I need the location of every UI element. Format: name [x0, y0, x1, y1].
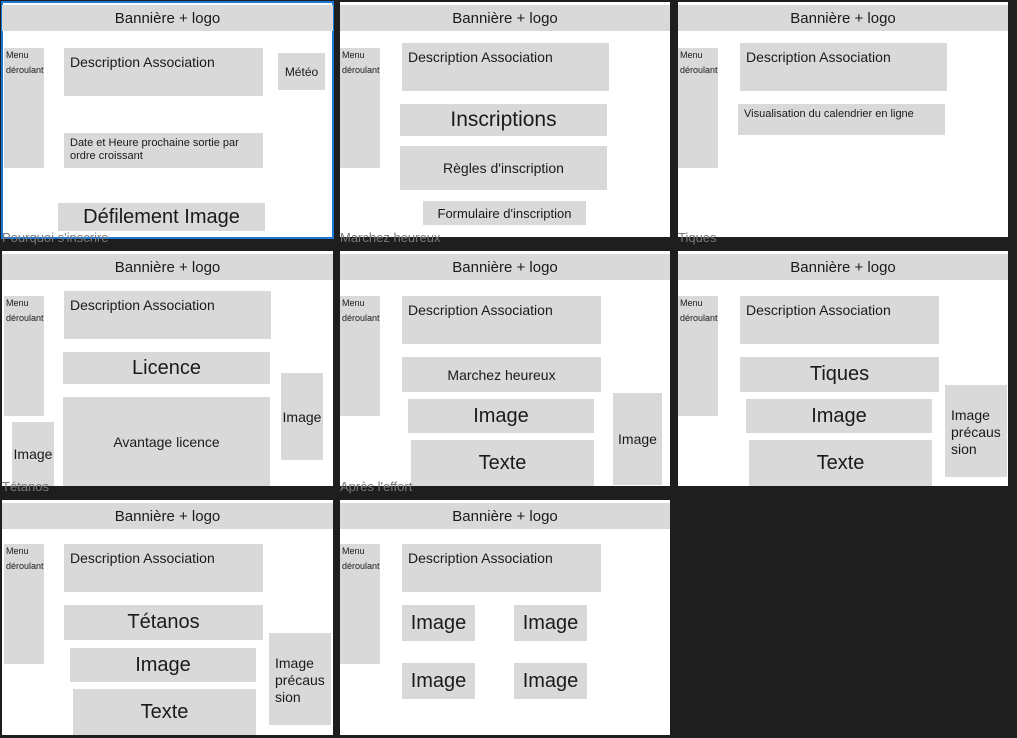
banner: Bannière + logo — [340, 503, 670, 529]
frame-label-pourquoi: Pourquoi s'inscrire — [2, 230, 109, 245]
inscription-form[interactable]: Formulaire d'inscription — [423, 201, 586, 225]
frame-marchez-heureux[interactable]: Bannière + logo Menu déroulant Descripti… — [340, 251, 670, 486]
banner: Bannière + logo — [2, 503, 333, 529]
dropdown-menu[interactable]: Menu déroulant — [4, 48, 44, 168]
online-calendar[interactable]: Visualisation du calendrier en ligne — [738, 104, 945, 135]
banner: Bannière + logo — [678, 254, 1008, 280]
inscription-rules: Règles d'inscription — [400, 146, 607, 190]
image-slideshow[interactable]: Défilement Image — [58, 203, 265, 231]
image-placeholder: Image — [402, 605, 475, 641]
dropdown-menu[interactable]: Menu déroulant — [340, 296, 380, 416]
frame-label-marchez: Marchez heureux — [340, 230, 441, 245]
section-title: Tétanos — [64, 605, 263, 640]
frame-label-apres-effort: Après l'effort — [340, 479, 413, 494]
banner: Bannière + logo — [2, 5, 333, 31]
text-placeholder: Texte — [749, 440, 932, 486]
image-placeholder: Image — [402, 663, 475, 699]
description-association: Description Association — [64, 291, 271, 339]
licence-advantage: Avantage licence — [63, 397, 270, 486]
frame-apres-effort[interactable]: Bannière + logo Menu déroulant Descripti… — [340, 500, 670, 735]
description-association: Description Association — [64, 544, 263, 592]
description-association: Description Association — [740, 43, 947, 91]
image-placeholder: Image — [746, 399, 932, 433]
dropdown-menu[interactable]: Menu déroulant — [4, 296, 44, 416]
image-precaution: Image précaus sion — [945, 385, 1007, 477]
banner: Bannière + logo — [678, 5, 1008, 31]
image-placeholder: Image — [70, 648, 256, 682]
next-outing-list: Date et Heure prochaine sortie par ordre… — [64, 133, 263, 168]
image-placeholder: Image — [12, 422, 54, 486]
image-precaution: Image précaus sion — [269, 633, 331, 725]
description-association: Description Association — [402, 296, 601, 344]
frame-calendar[interactable]: Bannière + logo Menu déroulant Descripti… — [678, 2, 1008, 237]
image-placeholder: Image — [514, 605, 587, 641]
description-association: Description Association — [402, 43, 609, 91]
image-placeholder: Image — [281, 373, 323, 460]
banner: Bannière + logo — [2, 254, 333, 280]
section-title: Tiques — [740, 357, 939, 392]
frame-label-tetanos: Tétanos — [2, 479, 49, 494]
description-association: Description Association — [64, 48, 263, 96]
frame-licence[interactable]: Bannière + logo Menu déroulant Descripti… — [2, 251, 333, 486]
weather-widget: Météo — [278, 53, 325, 90]
frame-home[interactable]: Bannière + logo Menu déroulant Descripti… — [1, 1, 334, 239]
image-placeholder: Image — [613, 393, 662, 485]
image-placeholder: Image — [514, 663, 587, 699]
text-placeholder: Texte — [73, 689, 256, 735]
description-association: Description Association — [740, 296, 939, 344]
inscriptions-title: Inscriptions — [400, 104, 607, 136]
description-association: Description Association — [402, 544, 601, 592]
text-placeholder: Texte — [411, 440, 594, 486]
section-title: Marchez heureux — [402, 357, 601, 392]
frame-label-tiques: Tiques — [678, 230, 717, 245]
dropdown-menu[interactable]: Menu déroulant — [4, 544, 44, 664]
licence-title: Licence — [63, 352, 270, 384]
dropdown-menu[interactable]: Menu déroulant — [340, 48, 380, 168]
dropdown-menu[interactable]: Menu déroulant — [678, 296, 718, 416]
banner: Bannière + logo — [340, 254, 670, 280]
frame-tetanos[interactable]: Bannière + logo Menu déroulant Descripti… — [2, 500, 333, 735]
dropdown-menu[interactable]: Menu déroulant — [678, 48, 718, 168]
frame-inscriptions[interactable]: Bannière + logo Menu déroulant Descripti… — [340, 2, 670, 237]
dropdown-menu[interactable]: Menu déroulant — [340, 544, 380, 664]
frame-tiques[interactable]: Bannière + logo Menu déroulant Descripti… — [678, 251, 1008, 486]
banner: Bannière + logo — [340, 5, 670, 31]
image-placeholder: Image — [408, 399, 594, 433]
